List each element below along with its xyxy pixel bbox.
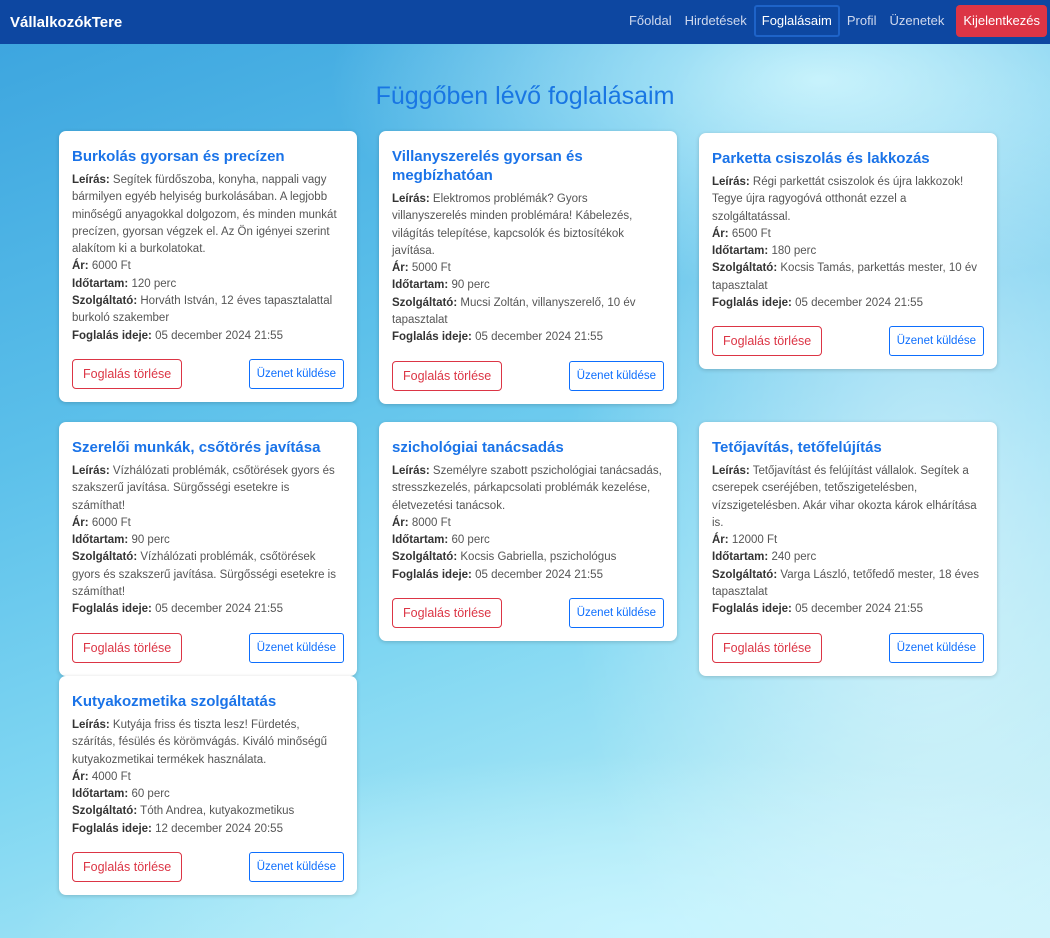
booking-description: Leírás: Elektromos problémák? Gyors vill… [392,193,633,257]
booking-title: Tetőjavítás, tetőfelújítás [712,439,882,456]
page-title: Függőben lévő foglalásaim [375,82,675,110]
booking-time: Foglalás ideje: 12 december 2024 20:55 [72,822,283,835]
booking-description: Leírás: Vízhálózati problémák, csőtörése… [72,465,335,512]
nav-menu: Főoldal Hirdetések Foglalásaim Profil Üz… [622,5,1047,37]
booking-provider: Szolgáltató: Vízhálózati problémák, csőt… [72,551,336,599]
booking-description: Leírás: Kutyája friss és tiszta lesz! Fü… [72,719,328,766]
booking-description: Leírás: Segítek fürdőszoba, konyha, napp… [72,174,337,256]
booking-provider: Szolgáltató: Horváth István, 12 éves tap… [72,295,333,325]
booking-price: Ár: 8000 Ft [392,516,451,529]
booking-card: Szerelői munkák, csőtörés javítása Leírá… [59,422,357,676]
booking-card: szichológiai tanácsadás Leírás: Személyr… [379,422,677,642]
send-message-button[interactable]: Üzenet küldése [248,632,344,663]
send-message-button[interactable]: Üzenet küldése [888,326,984,357]
delete-booking-button[interactable]: Foglalás törlése [392,598,503,629]
booking-duration: Időtartam: 60 perc [392,534,490,547]
booking-card: Kutyakozmetika szolgáltatás Leírás: Kuty… [59,676,357,896]
booking-duration: Időtartam: 60 perc [72,788,170,801]
booking-provider: Szolgáltató: Kocsis Tamás, parkettás mes… [712,262,978,292]
brand-logo[interactable]: VállalkozókTere [10,14,122,31]
delete-booking-button[interactable]: Foglalás törlése [712,326,823,357]
send-message-button[interactable]: Üzenet küldése [888,632,984,663]
delete-booking-button[interactable]: Foglalás törlése [712,632,823,663]
send-message-button[interactable]: Üzenet küldése [248,358,344,389]
nav-ads[interactable]: Hirdetések [679,5,753,37]
booking-card: Tetőjavítás, tetőfelújítás Leírás: Tetőj… [699,422,997,676]
delete-booking-button[interactable]: Foglalás törlése [72,358,183,389]
booking-card: Burkolás gyorsan és precízen Leírás: Seg… [59,131,357,402]
booking-duration: Időtartam: 90 perc [392,279,490,292]
booking-time: Foglalás ideje: 05 december 2024 21:55 [72,603,283,616]
booking-provider: Szolgáltató: Mucsi Zoltán, villanyszerel… [392,296,636,327]
booking-price: Ár: 6500 Ft [712,227,771,240]
booking-title: Kutyakozmetika szolgáltatás [72,693,277,710]
nav-profile[interactable]: Profil [841,5,883,37]
booking-provider: Szolgáltató: Varga László, tetőfedő mest… [712,568,979,599]
booking-time: Foglalás ideje: 05 december 2024 21:55 [712,603,923,616]
navbar: VállalkozókTere Főoldal Hirdetések Fogla… [0,0,1050,44]
booking-description: Leírás: Személyre szabott pszichológiai … [392,465,662,512]
booking-card: Parketta csiszolás és lakkozás Leírás: R… [699,133,997,370]
booking-title: Villanyszerelés gyorsan és megbízhatóan [392,148,583,184]
booking-provider: Szolgáltató: Tóth Andrea, kutyakozmetiku… [72,805,295,818]
nav-messages[interactable]: Üzenetek [883,5,950,37]
booking-duration: Időtartam: 180 perc [712,245,817,258]
delete-booking-button[interactable]: Foglalás törlése [72,852,183,883]
delete-booking-button[interactable]: Foglalás törlése [392,360,503,391]
send-message-button[interactable]: Üzenet küldése [568,598,664,629]
booking-price: Ár: 4000 Ft [72,770,131,783]
booking-price: Ár: 6000 Ft [72,516,131,529]
booking-provider: Szolgáltató: Kocsis Gabriella, pszicholó… [392,551,617,564]
booking-title: Parketta csiszolás és lakkozás [712,150,930,167]
booking-duration: Időtartam: 240 perc [712,551,817,564]
nav-home[interactable]: Főoldal [623,5,678,37]
booking-duration: Időtartam: 120 perc [72,277,177,290]
booking-price: Ár: 5000 Ft [392,262,451,275]
booking-price: Ár: 6000 Ft [72,260,131,273]
send-message-button[interactable]: Üzenet küldése [568,360,664,391]
booking-price: Ár: 12000 Ft [712,534,778,547]
booking-time: Foglalás ideje: 05 december 2024 21:55 [392,568,603,581]
booking-title: Szerelői munkák, csőtörés javítása [72,439,321,456]
nav-bookings[interactable]: Foglalásaim [753,5,840,37]
booking-description: Leírás: Tetőjavítást és felújítást válla… [712,465,977,529]
logout-button[interactable]: Kijelentkezés [956,5,1047,37]
booking-time: Foglalás ideje: 05 december 2024 21:55 [72,329,283,342]
booking-description: Leírás: Régi parkettát csiszolok és újra… [712,176,964,223]
booking-card: Villanyszerelés gyorsan és megbízhatóan … [379,131,677,404]
booking-title: szichológiai tanácsadás [392,439,564,456]
delete-booking-button[interactable]: Foglalás törlése [72,632,183,663]
booking-time: Foglalás ideje: 05 december 2024 21:55 [712,297,923,310]
booking-title: Burkolás gyorsan és precízen [72,148,285,165]
send-message-button[interactable]: Üzenet küldése [248,852,344,883]
booking-time: Foglalás ideje: 05 december 2024 21:55 [392,331,603,344]
booking-duration: Időtartam: 90 perc [72,534,170,547]
